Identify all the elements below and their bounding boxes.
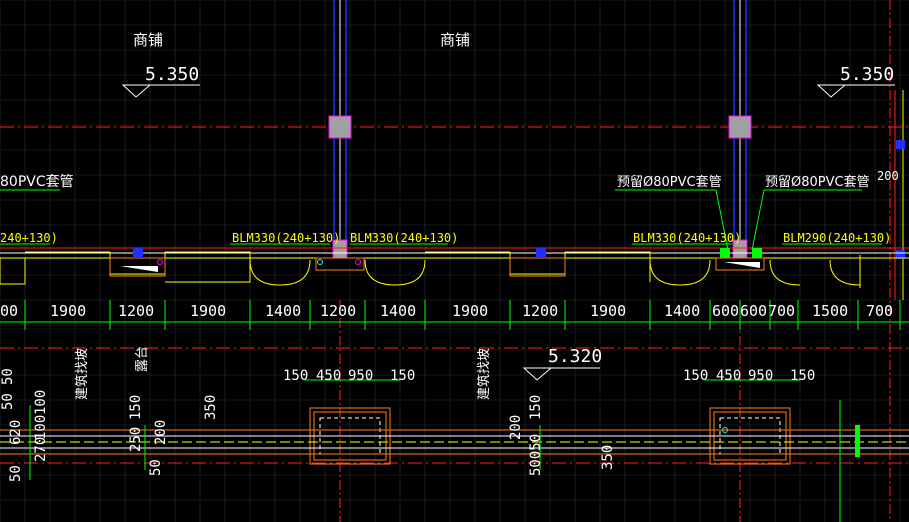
section-dim-label: 50 (0, 368, 16, 385)
door-dim-label: 1500 (812, 302, 848, 320)
elevation-right: 5.350 (840, 64, 894, 85)
lintel-3: BLM330(240+130) (633, 231, 741, 245)
lintel-0: 240+130) (0, 231, 58, 245)
door-dim-label: 1400 (265, 302, 301, 320)
lintel-4: BLM290(240+130) (783, 231, 891, 245)
elevation-left: 5.350 (145, 64, 199, 85)
callout-pipe-left: 80PVC套管 (0, 174, 74, 190)
door-dim-label: 1200 (118, 302, 154, 320)
section-dim-label: 150 (528, 395, 544, 420)
pit-dim-right-3: 150 (790, 368, 815, 384)
lintel-1: BLM330(240+130) (232, 231, 340, 245)
cad-drawing-canvas[interactable]: 商铺 商铺 5.350 5.350 5.320 80PVC套管 预留Ø80PVC… (0, 0, 909, 522)
pit-dim-right-0: 150 (683, 368, 708, 384)
callout-pipe-right: 预留Ø80PVC套管 (765, 174, 870, 190)
door-dim-label: 1900 (590, 302, 626, 320)
door-dim-label: 600 (740, 302, 767, 320)
section-dim-label: 100 (33, 390, 49, 415)
door-dimension-labels: 00 1900 1200 1900 1400 1200 1400 1900 1200 1900 14… (0, 302, 893, 320)
section-dim-label: 620 (8, 420, 24, 445)
callout-200: 200 (877, 169, 899, 183)
door-dim-label: 1900 (50, 302, 86, 320)
section-dim-label: 150 (128, 395, 144, 420)
room-label-center: 商铺 (440, 31, 470, 49)
vertical-label-slope-left: 建筑找坡 (74, 348, 90, 400)
section-dim-label: 50 (8, 465, 24, 482)
door-dim-label: 1900 (190, 302, 226, 320)
section-dim-label: 200 (508, 415, 524, 440)
door-dim-label: 1900 (452, 302, 488, 320)
lintel-2: BLM330(240+130) (350, 231, 458, 245)
section-dim-label: 50050 (528, 434, 544, 476)
section-dim-label: 200 (153, 420, 169, 445)
pit-dim-left-3: 150 (390, 368, 415, 384)
door-dim-label: 600 (712, 302, 739, 320)
door-dim-label: 700 (768, 302, 795, 320)
pit-dim-left-0: 150 (283, 368, 308, 384)
section-dim-label: 100 (33, 415, 49, 440)
callout-pipe-mid: 预留Ø80PVC套管 (617, 174, 722, 190)
room-label-left: 商铺 (133, 31, 163, 49)
section-dim-label: 50 (0, 393, 16, 410)
section-dim-label: 50 (148, 459, 164, 476)
section-dim-label: 250 (128, 427, 144, 452)
door-dim-label: 1200 (320, 302, 356, 320)
door-dim-label: 700 (866, 302, 893, 320)
elevation-center: 5.320 (548, 346, 602, 367)
section-dim-label: 350 (203, 395, 219, 420)
vertical-label-slope-center: 建筑找坡 (476, 348, 492, 400)
section-dim-label: 350 (600, 445, 616, 470)
door-dim-label: 1200 (522, 302, 558, 320)
vertical-label-terrace: 露台 (135, 346, 150, 372)
section-dim-label: 270 (33, 437, 49, 462)
door-dim-label: 00 (0, 302, 18, 320)
door-dim-label: 1400 (380, 302, 416, 320)
door-dim-label: 1400 (664, 302, 700, 320)
pit-dim-right-2: 950 (748, 368, 773, 384)
pit-dim-left-1: 450 (316, 368, 341, 384)
pit-dim-right-1: 450 (716, 368, 741, 384)
pit-dim-left-2: 950 (348, 368, 373, 384)
